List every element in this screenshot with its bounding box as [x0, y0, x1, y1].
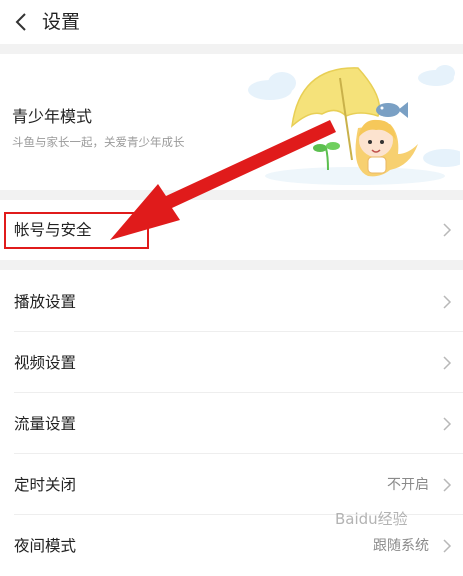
chevron-right-icon	[443, 356, 452, 370]
watermark: Baidu经验	[335, 510, 408, 528]
divider	[14, 331, 463, 332]
divider	[14, 453, 463, 454]
youth-mode-title: 青少年模式	[12, 107, 93, 126]
row-label: 夜间模式	[14, 537, 77, 555]
umbrella-girl-illustration	[248, 65, 460, 185]
page-title: 设置	[42, 11, 81, 33]
chevron-left-icon[interactable]	[12, 10, 32, 34]
row-label: 流量设置	[14, 415, 77, 433]
youth-mode-card[interactable]: 青少年模式 斗鱼与家长一起，关爱青少年成长	[0, 54, 463, 190]
row-label: 播放设置	[14, 293, 77, 311]
row-value: 不开启	[387, 477, 429, 493]
chevron-right-icon	[443, 295, 452, 309]
settings-row-sleep-timer[interactable]: 定时关闭 不开启	[0, 455, 463, 515]
settings-row-video[interactable]: 视频设置	[0, 333, 463, 393]
row-label: 定时关闭	[14, 476, 77, 494]
section-gap	[0, 260, 463, 270]
settings-row-data-usage[interactable]: 流量设置	[0, 394, 463, 454]
chevron-right-icon	[443, 539, 452, 553]
chevron-right-icon	[443, 478, 452, 492]
section-gap	[0, 190, 463, 200]
chevron-right-icon	[443, 223, 452, 237]
chevron-right-icon	[443, 417, 452, 431]
youth-mode-subtitle: 斗鱼与家长一起，关爱青少年成长	[12, 135, 185, 149]
top-bar: 设置	[0, 0, 463, 44]
settings-row-playback[interactable]: 播放设置	[0, 272, 463, 332]
annotation-highlight-box	[4, 212, 149, 249]
divider	[14, 392, 463, 393]
row-label: 视频设置	[14, 354, 77, 372]
section-gap	[0, 44, 463, 54]
